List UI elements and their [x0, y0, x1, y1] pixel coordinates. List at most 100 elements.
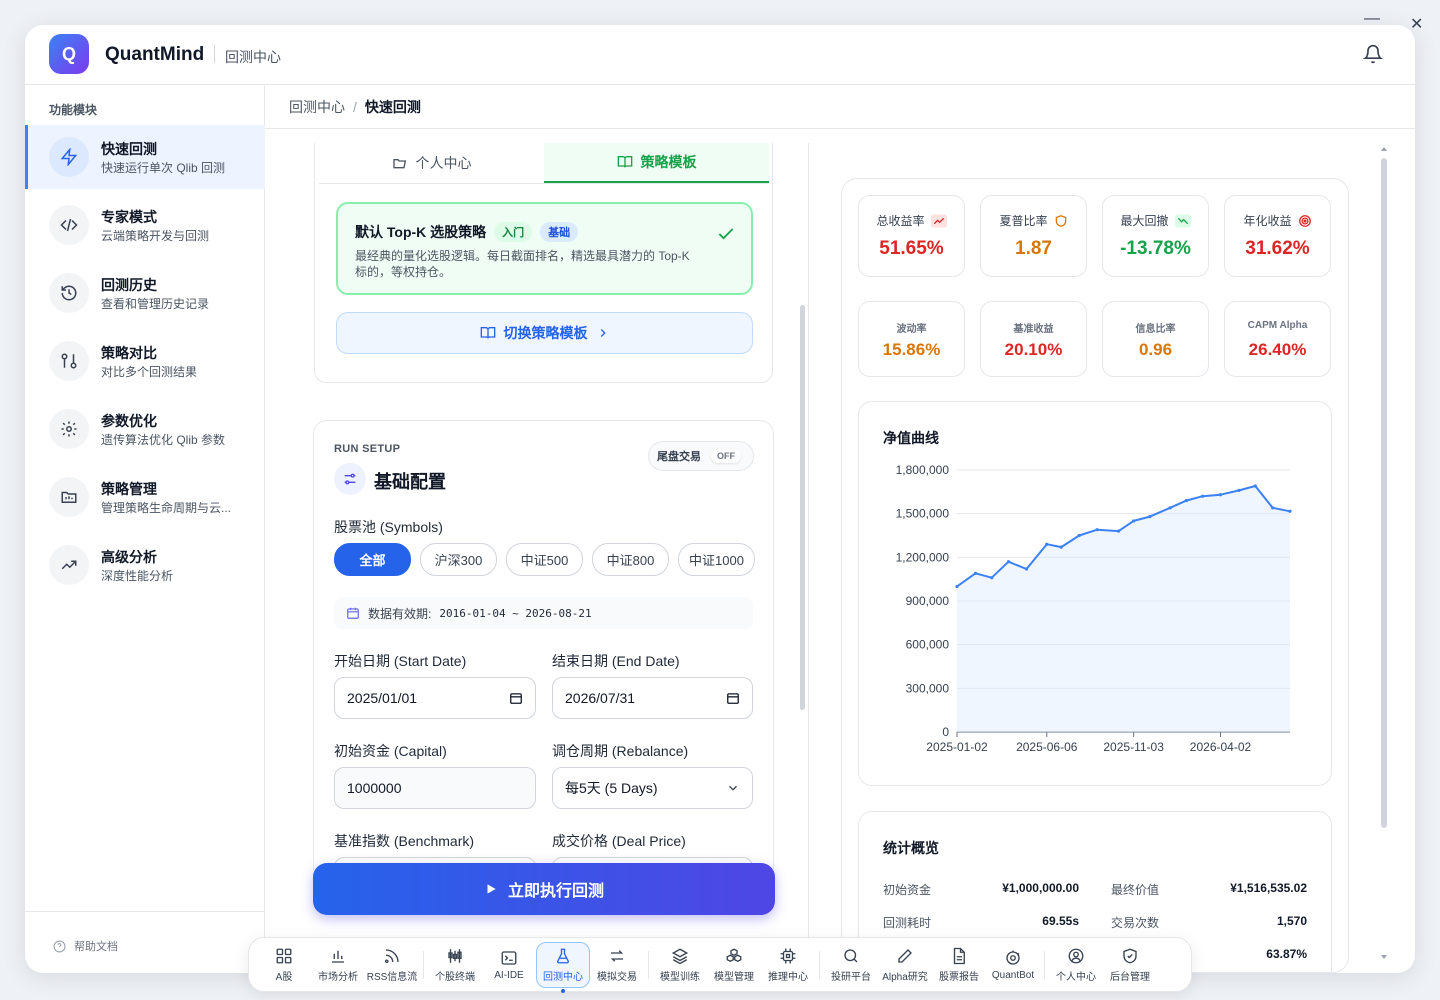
tail-trading-toggle[interactable]: 尾盘交易 OFF [648, 441, 754, 471]
pool-option-zz1000[interactable]: 中证1000 [678, 543, 755, 576]
dock-item-research-platform[interactable]: 投研平台 [824, 942, 878, 988]
metric-label: 年化收益 [1243, 214, 1292, 228]
nav-point [1168, 506, 1172, 510]
tab-label: 策略模板 [640, 153, 697, 170]
sidebar-item-subtitle: 管理策略生命周期与云... [101, 501, 232, 515]
app-window: Q QuantMind 回测中心 功能模块 快速回测 快速运行单次 Qlib 回… [25, 25, 1415, 973]
stat-row: 初始资金 ¥1,000,000.00 [883, 881, 1079, 898]
dock-item-a-shares[interactable]: A股 [257, 942, 311, 988]
calendar-icon [727, 693, 739, 704]
dock-item-market-analysis[interactable]: 市场分析 [311, 942, 365, 988]
metric-max-drawdown: 最大回撤 -13.78% [1102, 195, 1209, 277]
lightning-icon [49, 137, 89, 177]
dock-item-personal-center[interactable]: 个人中心 [1049, 942, 1103, 988]
dock-label: QuantBot [991, 969, 1035, 981]
dock-label: 模拟交易 [597, 971, 637, 983]
sidebar-item-expert-mode[interactable]: 专家模式 云端策略开发与回测 [25, 193, 265, 257]
play-icon [487, 884, 496, 894]
metric-value: 1.87 [1015, 238, 1052, 259]
metric-sharpe: 夏普比率 1.87 [980, 195, 1087, 277]
dock-item-backtest-center[interactable]: 回测中心 [536, 941, 590, 993]
dock-item-alpha-research[interactable]: Alpha研究 [878, 942, 932, 988]
nav-point [1148, 514, 1152, 519]
dock-item-rss[interactable]: RSS信息流 [365, 942, 419, 988]
run-backtest-button[interactable]: 立即执行回测 [313, 863, 775, 915]
help-label: 帮助文档 [74, 941, 118, 953]
pool-option-all[interactable]: 全部 [334, 543, 411, 576]
chevron-right-icon [600, 329, 606, 337]
sidebar-item-title: 参数优化 [101, 413, 157, 429]
nav-point [1218, 493, 1223, 497]
dock-separator [1044, 950, 1045, 979]
dock-item-ai-ide[interactable]: AI-IDE [482, 942, 536, 988]
flask-icon [557, 948, 569, 963]
dock-item-inference-center[interactable]: 推理中心 [761, 942, 815, 988]
nav-point [990, 576, 994, 580]
nav-chart-card: 净值曲线 0 300,000 600,000 900,000 1,200,000 1,50… [858, 401, 1332, 786]
pool-option-zz500[interactable]: 中证500 [506, 543, 583, 576]
metric-total-return: 总收益率 51.65% [858, 195, 965, 277]
rebalance-select[interactable]: 每5天 (5 Days) [552, 767, 753, 809]
right-scrollbar[interactable] [1381, 158, 1387, 828]
dock-item-model-training[interactable]: 模型训练 [653, 942, 707, 988]
sidebar-item-history[interactable]: 回测历史 查看和管理历史记录 [25, 261, 265, 325]
dock-label: Alpha研究 [882, 971, 928, 983]
capital-label: 初始资金 (Capital) [334, 743, 447, 759]
chip-icon [780, 948, 796, 963]
toggle-label: 尾盘交易 [657, 451, 701, 463]
sidebar-item-strategy-manage[interactable]: 策略管理 管理策略生命周期与云... [25, 465, 265, 529]
start-date-input[interactable]: 2025/01/01 [334, 677, 536, 719]
breadcrumb-current: 快速回测 [364, 98, 421, 115]
nav-point [1200, 494, 1205, 498]
x-tick-label: 2025-06-06 [1016, 740, 1078, 754]
dock-label: 模型管理 [714, 971, 754, 983]
sidebar-item-title: 专家模式 [101, 209, 157, 225]
stock-pool-label: 股票池 (Symbols) [334, 519, 443, 535]
app-name: QuantMind [105, 44, 205, 65]
metric-information-ratio: 信息比率 0.96 [1102, 301, 1209, 377]
selected-strategy-template[interactable]: 默认 Top-K 选股策略 入门 基础 最经典的量化选股逻辑。每日截面排名，精选… [336, 202, 753, 295]
switch-template-button[interactable]: 切换策略模板 [336, 312, 753, 354]
y-tick-label: 900,000 [906, 594, 950, 608]
book-icon [480, 327, 495, 339]
metric-value: 51.65% [879, 238, 944, 259]
sidebar-footer: 帮助文档 [25, 911, 265, 973]
stat-key: 回测耗时 [883, 916, 932, 930]
breadcrumb-parent[interactable]: 回测中心 [289, 97, 345, 117]
dock-item-paper-trading[interactable]: 模拟交易 [590, 942, 644, 988]
dock-item-quantbot[interactable]: QuantBot [986, 942, 1040, 988]
pool-option-zz800[interactable]: 中证800 [592, 543, 669, 576]
tab-personal-center[interactable]: 个人中心 [319, 143, 544, 183]
sidebar-item-title: 高级分析 [101, 549, 157, 565]
dock-item-stock-terminal[interactable]: 个股终端 [428, 942, 482, 988]
sidebar-item-quick-backtest[interactable]: 快速回测 快速运行单次 Qlib 回测 [25, 125, 265, 189]
dock-label: 模型训练 [660, 971, 700, 983]
pool-option-hs300[interactable]: 沪深300 [420, 543, 497, 576]
nav-point [1045, 542, 1049, 546]
doc-icon [953, 947, 965, 964]
end-date-label: 结束日期 (End Date) [552, 653, 680, 669]
end-date-input[interactable]: 2026/07/31 [552, 677, 753, 719]
app-section: 回测中心 [225, 49, 281, 65]
dock-label: RSS信息流 [366, 971, 418, 983]
help-docs-link[interactable]: 帮助文档 [53, 938, 118, 954]
stat-row: 回测耗时 69.55s [883, 914, 1079, 931]
sidebar-item-compare[interactable]: 策略对比 对比多个回测结果 [25, 329, 265, 393]
y-tick-label: 600,000 [906, 638, 950, 652]
capital-input[interactable]: 1000000 [334, 767, 536, 809]
dock-item-stock-report[interactable]: 股票报告 [932, 942, 986, 988]
sidebar-item-subtitle: 遗传算法优化 Qlib 参数 [101, 433, 226, 447]
sidebar-item-advanced-analysis[interactable]: 高级分析 深度性能分析 [25, 533, 265, 597]
bell-icon[interactable] [1362, 44, 1384, 69]
nav-point [1253, 484, 1257, 488]
sidebar-item-param-optimize[interactable]: 参数优化 遗传算法优化 Qlib 参数 [25, 397, 265, 461]
bot-icon [1006, 950, 1020, 965]
trend-down-icon [1174, 213, 1191, 228]
tab-strategy-template[interactable]: 策略模板 [544, 143, 769, 183]
gear-icon [49, 409, 89, 449]
dock-item-model-management[interactable]: 模型管理 [707, 942, 761, 988]
dock-item-admin[interactable]: 后台管理 [1103, 942, 1157, 988]
nav-chart: 0 300,000 600,000 900,000 1,200,000 1,500,000… [896, 463, 1292, 754]
end-date-value: 2026/07/31 [565, 690, 636, 706]
left-scrollbar[interactable] [800, 305, 805, 710]
